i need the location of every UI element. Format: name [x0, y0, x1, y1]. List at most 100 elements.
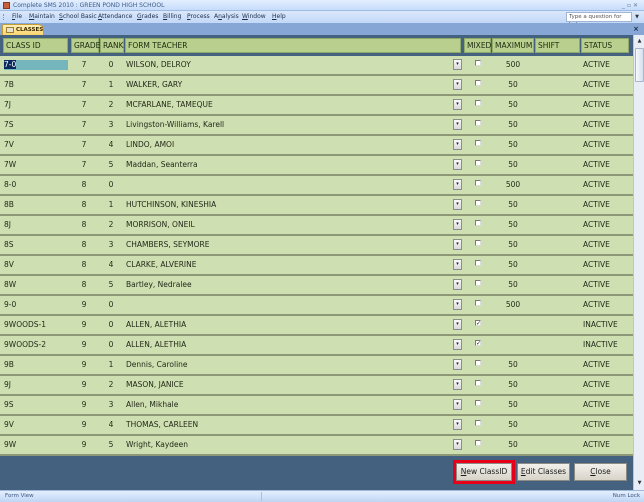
maximum-field[interactable]: 50 — [493, 76, 533, 94]
status-field[interactable]: ACTIVE — [583, 96, 631, 114]
form-teacher-combo[interactable]: Bartley, Nedralee — [126, 276, 446, 294]
teacher-dropdown-icon[interactable]: ▾ — [453, 79, 462, 90]
class-id-field[interactable]: 8B — [4, 196, 68, 214]
form-teacher-combo[interactable]: Livingston-Williams, Karell — [126, 116, 446, 134]
teacher-dropdown-icon[interactable]: ▾ — [453, 299, 462, 310]
rank-field[interactable]: 2 — [104, 376, 118, 394]
form-teacher-combo[interactable]: WALKER, GARY — [126, 76, 446, 94]
table-row[interactable]: 7V 7 4 LINDO, AMOI ▾ 50 ACTIVE — [0, 136, 633, 156]
maximum-field[interactable]: 50 — [493, 96, 533, 114]
mixed-checkbox[interactable] — [475, 200, 481, 206]
form-teacher-combo[interactable]: LINDO, AMOI — [126, 136, 446, 154]
maximum-field[interactable]: 500 — [493, 176, 533, 194]
table-row[interactable]: 9V 9 4 THOMAS, CARLEEN ▾ 50 ACTIVE — [0, 416, 633, 436]
grade-field[interactable]: 7 — [74, 56, 94, 74]
table-row[interactable]: 8W 8 5 Bartley, Nedralee ▾ 50 ACTIVE — [0, 276, 633, 296]
maximum-field[interactable]: 50 — [493, 396, 533, 414]
class-id-field[interactable]: 8S — [4, 236, 68, 254]
mixed-checkbox[interactable] — [475, 220, 481, 226]
teacher-dropdown-icon[interactable]: ▾ — [453, 339, 462, 350]
status-field[interactable]: ACTIVE — [583, 76, 631, 94]
close-window-icon[interactable]: ✕ — [633, 2, 640, 9]
maximum-field[interactable] — [493, 316, 533, 334]
table-row[interactable]: 9WOODS-1 9 0 ALLEN, ALETHIA ▾ ✓ INACTIVE — [0, 316, 633, 336]
grade-field[interactable]: 8 — [74, 196, 94, 214]
status-field[interactable]: ACTIVE — [583, 376, 631, 394]
teacher-dropdown-icon[interactable]: ▾ — [453, 139, 462, 150]
status-field[interactable]: ACTIVE — [583, 216, 631, 234]
rank-field[interactable]: 4 — [104, 136, 118, 154]
grade-field[interactable]: 7 — [74, 136, 94, 154]
grade-field[interactable]: 8 — [74, 256, 94, 274]
status-field[interactable]: ACTIVE — [583, 136, 631, 154]
mixed-checkbox[interactable] — [475, 400, 481, 406]
form-teacher-combo[interactable]: Wright, Kaydeen — [126, 436, 446, 454]
class-id-field[interactable]: 9S — [4, 396, 68, 414]
menu-maintain[interactable]: Maintain — [29, 11, 55, 23]
rank-field[interactable]: 4 — [104, 256, 118, 274]
maximum-field[interactable] — [493, 336, 533, 354]
rank-field[interactable]: 0 — [104, 296, 118, 314]
menu-school-basic[interactable]: School Basic — [59, 11, 97, 23]
rank-field[interactable]: 1 — [104, 356, 118, 374]
mixed-checkbox[interactable]: ✓ — [475, 340, 481, 347]
table-row[interactable]: 8B 8 1 HUTCHINSON, KINESHIA ▾ 50 ACTIVE — [0, 196, 633, 216]
rank-field[interactable]: 3 — [104, 236, 118, 254]
mixed-checkbox[interactable] — [475, 440, 481, 446]
menu-window[interactable]: Window — [242, 11, 266, 23]
status-field[interactable]: INACTIVE — [583, 336, 631, 354]
class-id-field[interactable]: 8V — [4, 256, 68, 274]
grade-field[interactable]: 9 — [74, 416, 94, 434]
grade-field[interactable]: 9 — [74, 316, 94, 334]
form-teacher-combo[interactable]: WILSON, DELROY — [126, 56, 446, 74]
rank-field[interactable]: 3 — [104, 396, 118, 414]
table-row[interactable]: 8-0 8 0 ▾ 500 ACTIVE — [0, 176, 633, 196]
form-teacher-combo[interactable]: MASON, JANICE — [126, 376, 446, 394]
rank-field[interactable]: 1 — [104, 196, 118, 214]
maximum-field[interactable]: 50 — [493, 116, 533, 134]
help-dropdown-icon[interactable]: ▼ — [634, 13, 640, 21]
class-id-field[interactable]: 7J — [4, 96, 68, 114]
mixed-checkbox[interactable] — [475, 280, 481, 286]
edit-classes-button[interactable]: Edit Classes — [517, 463, 570, 481]
mixed-checkbox[interactable] — [475, 140, 481, 146]
form-teacher-combo[interactable]: Maddan, Seanterra — [126, 156, 446, 174]
mixed-checkbox[interactable] — [475, 360, 481, 366]
grade-field[interactable]: 7 — [74, 96, 94, 114]
menu-analysis[interactable]: Analysis — [214, 11, 239, 23]
mixed-checkbox[interactable] — [475, 180, 481, 186]
class-id-field[interactable]: 8W — [4, 276, 68, 294]
table-row[interactable]: 9-0 9 0 ▾ 500 ACTIVE — [0, 296, 633, 316]
status-field[interactable]: ACTIVE — [583, 416, 631, 434]
class-id-field[interactable]: 9W — [4, 436, 68, 454]
rank-field[interactable]: 0 — [104, 336, 118, 354]
rank-field[interactable]: 0 — [104, 316, 118, 334]
menu-grades[interactable]: Grades — [137, 11, 158, 23]
maximum-field[interactable]: 50 — [493, 436, 533, 454]
grade-field[interactable]: 7 — [74, 76, 94, 94]
teacher-dropdown-icon[interactable]: ▾ — [453, 419, 462, 430]
menu-process[interactable]: Process — [187, 11, 210, 23]
maximum-field[interactable]: 50 — [493, 236, 533, 254]
grade-field[interactable]: 9 — [74, 336, 94, 354]
menu-billing[interactable]: Billing — [163, 11, 181, 23]
class-id-field[interactable]: 7W — [4, 156, 68, 174]
rank-field[interactable]: 1 — [104, 76, 118, 94]
teacher-dropdown-icon[interactable]: ▾ — [453, 119, 462, 130]
mixed-checkbox[interactable] — [475, 300, 481, 306]
maximum-field[interactable]: 500 — [493, 56, 533, 74]
teacher-dropdown-icon[interactable]: ▾ — [453, 179, 462, 190]
grade-field[interactable]: 9 — [74, 376, 94, 394]
mixed-checkbox[interactable] — [475, 60, 481, 66]
table-row[interactable]: 7-0 7 0 WILSON, DELROY ▾ 500 ACTIVE — [0, 56, 633, 76]
menu-file[interactable]: File — [12, 11, 22, 23]
table-row[interactable]: 7W 7 5 Maddan, Seanterra ▾ 50 ACTIVE — [0, 156, 633, 176]
rank-field[interactable]: 2 — [104, 96, 118, 114]
status-field[interactable]: INACTIVE — [583, 316, 631, 334]
teacher-dropdown-icon[interactable]: ▾ — [453, 239, 462, 250]
menu-help[interactable]: Help — [272, 11, 286, 23]
form-teacher-combo[interactable]: Dennis, Caroline — [126, 356, 446, 374]
table-row[interactable]: 8J 8 2 MORRISON, ONEIL ▾ 50 ACTIVE — [0, 216, 633, 236]
mixed-checkbox[interactable] — [475, 80, 481, 86]
rank-field[interactable]: 4 — [104, 416, 118, 434]
